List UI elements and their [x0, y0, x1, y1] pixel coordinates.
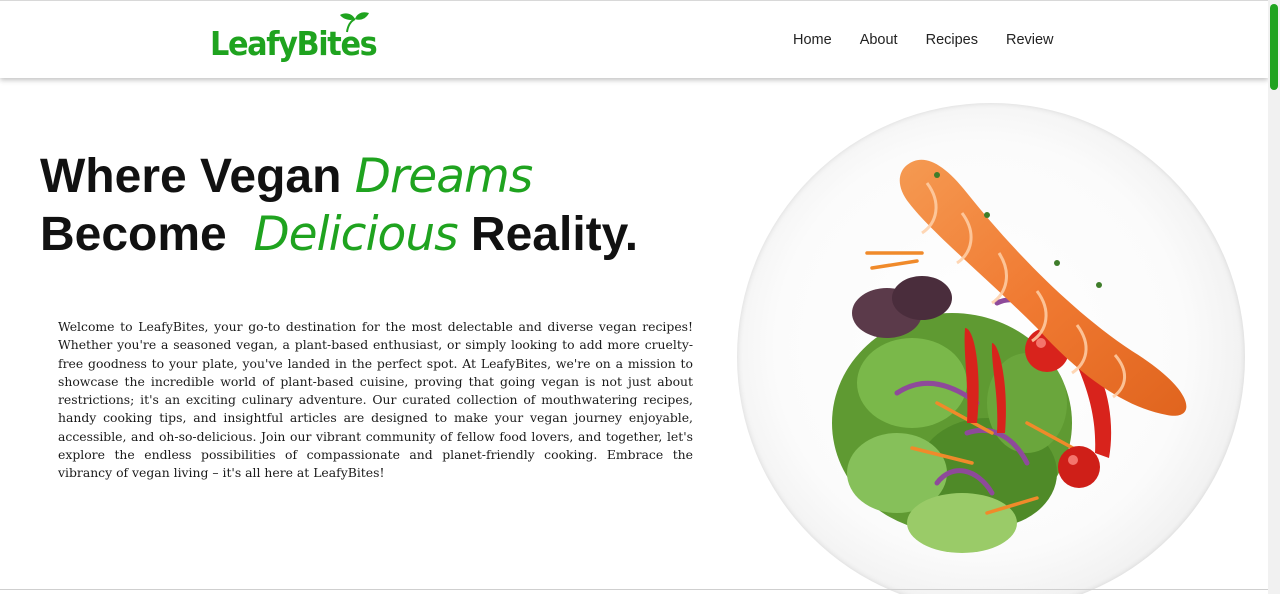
divider [0, 589, 1268, 590]
site-header: LeafyBites Home About Recipes Review [0, 0, 1268, 78]
logo-text: LeafyBites [210, 24, 378, 63]
salmon-salad-plate-image [832, 159, 1187, 553]
nav-recipes[interactable]: Recipes [926, 31, 978, 49]
hero-heading: Where Vegan Dreams Become Delicious Reali… [40, 148, 638, 264]
nav-home[interactable]: Home [793, 31, 832, 49]
logo[interactable]: LeafyBites [210, 11, 378, 71]
page-scrollbar[interactable] [1268, 0, 1280, 594]
main-nav: Home About Recipes Review [793, 31, 1082, 49]
nav-review[interactable]: Review [1006, 31, 1054, 49]
hero-accent-dreams: Dreams [354, 149, 534, 204]
nav-about[interactable]: About [860, 31, 898, 49]
hero-accent-delicious: Delicious [253, 207, 458, 262]
scrollbar-thumb[interactable] [1270, 4, 1278, 90]
hero-line2-suffix: Reality. [457, 208, 639, 261]
intro-paragraph: Welcome to LeafyBites, your go-to destin… [58, 319, 693, 481]
hero-line1-prefix: Where Vegan [40, 150, 355, 203]
page: LeafyBites Home About Recipes Review Whe… [0, 0, 1268, 594]
hero-line2-prefix: Become [40, 208, 241, 261]
